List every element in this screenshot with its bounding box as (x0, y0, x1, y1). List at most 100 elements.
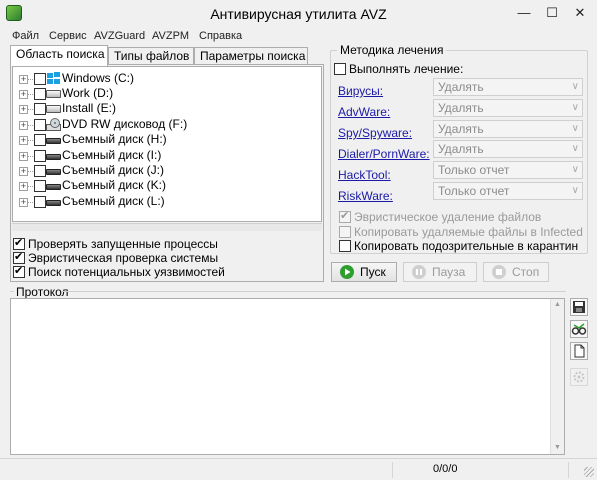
spyware-action-select[interactable]: Удалять ∨ (433, 120, 583, 138)
vulnerability-search-checkbox[interactable] (13, 264, 25, 278)
expand-icon[interactable]: + (19, 136, 28, 145)
expand-icon[interactable]: + (19, 90, 28, 99)
link-hacktool[interactable]: HackTool: (338, 168, 391, 182)
copy-deleted-checkbox[interactable] (339, 226, 351, 238)
minimize-button[interactable]: — (513, 4, 535, 22)
start-button-label: Пуск (360, 265, 386, 279)
expand-icon[interactable]: + (19, 198, 28, 207)
tree-row-drive-c[interactable]: + Windows (C:) (13, 71, 313, 86)
expand-icon[interactable]: + (19, 152, 28, 161)
removable-drive-icon (46, 184, 61, 190)
drive-checkbox[interactable] (34, 180, 46, 192)
tree-row-drive-f[interactable]: + DVD RW дисковод (F:) (13, 117, 313, 132)
copy-suspicious-checkbox[interactable] (339, 240, 351, 252)
heuristic-delete-checkbox[interactable] (339, 209, 351, 223)
link-spyware[interactable]: Spy/Spyware: (338, 126, 412, 140)
tree-row-drive-i[interactable]: + Съемный диск (I:) (13, 148, 313, 163)
chevron-down-icon: ∨ (571, 81, 579, 92)
drive-checkbox[interactable] (34, 103, 46, 115)
pause-button[interactable]: Пауза (403, 262, 477, 282)
enable-treatment-label: Выполнять лечение: (349, 62, 464, 76)
pause-button-label: Пауза (432, 265, 466, 279)
chevron-down-icon: ∨ (571, 143, 579, 154)
riskware-action-select[interactable]: Только отчет ∨ (433, 182, 583, 200)
link-viruses[interactable]: Вирусы: (338, 84, 383, 98)
window-title: Антивирусная утилита AVZ (210, 6, 387, 22)
glasses-icon (571, 323, 587, 335)
log-vertical-scrollbar[interactable]: ▲ ▼ (550, 299, 564, 454)
tree-row-drive-j[interactable]: + Съемный диск (J:) (13, 163, 313, 178)
expand-icon[interactable]: + (19, 121, 28, 130)
drive-checkbox[interactable] (34, 165, 46, 177)
removable-drive-icon (46, 154, 61, 160)
expand-icon[interactable]: + (19, 75, 28, 84)
advware-action-select[interactable]: Удалять ∨ (433, 99, 583, 117)
log-textarea[interactable]: ▲ ▼ (10, 298, 565, 455)
maximize-button[interactable]: ☐ (541, 4, 563, 22)
viruses-action-select[interactable]: Удалять ∨ (433, 78, 583, 96)
save-log-button[interactable] (570, 298, 588, 316)
drive-checkbox[interactable] (34, 88, 46, 100)
heuristic-delete-label: Эвристическое удаление файлов (354, 210, 542, 224)
copy-deleted-label: Копировать удаляемые файлы в Infected (354, 225, 583, 239)
start-button[interactable]: Пуск (331, 262, 397, 282)
drive-checkbox[interactable] (34, 196, 46, 208)
expand-icon[interactable]: + (19, 105, 28, 114)
drive-checkbox[interactable] (34, 73, 46, 85)
dvd-drive-icon (46, 118, 61, 131)
stop-button[interactable]: Стоп (483, 262, 549, 282)
drive-checkbox[interactable] (34, 119, 46, 131)
heuristic-check-label: Эвристическая проверка системы (28, 251, 219, 265)
removable-drive-icon (46, 200, 61, 206)
tree-row-drive-k[interactable]: + Съемный диск (K:) (13, 178, 313, 193)
scroll-up-icon[interactable]: ▲ (551, 299, 564, 311)
drive-checkbox[interactable] (34, 150, 46, 162)
menu-bar: Файл Сервис AVZGuard AVZPM Справка (0, 28, 597, 45)
heuristic-check-checkbox[interactable] (13, 250, 25, 264)
link-advware[interactable]: AdvWare: (338, 105, 390, 119)
tree-row-drive-h[interactable]: + Съемный диск (H:) (13, 132, 313, 147)
drive-checkbox[interactable] (34, 134, 46, 146)
treatment-group-title: Методика лечения (337, 43, 447, 57)
menu-avzguard[interactable]: AVZGuard (94, 30, 145, 42)
hacktool-action-select[interactable]: Только отчет ∨ (433, 161, 583, 179)
copy-suspicious-label: Копировать подозрительные в карантин (354, 239, 579, 253)
log-title: Протокол (16, 285, 69, 299)
tab-scan-area[interactable]: Область поиска (10, 45, 108, 66)
enable-treatment-checkbox[interactable] (334, 63, 346, 75)
close-button[interactable]: ✕ (569, 4, 591, 22)
menu-avzpm[interactable]: AVZPM (152, 30, 189, 42)
stop-button-label: Стоп (512, 265, 540, 279)
treatment-group: Методика лечения Выполнять лечение: Виру… (330, 43, 588, 254)
tab-scan-params[interactable]: Параметры поиска (194, 47, 308, 65)
tree-horizontal-scrollbar[interactable] (12, 223, 322, 231)
link-riskware[interactable]: RiskWare: (338, 189, 393, 203)
expand-icon[interactable]: + (19, 167, 28, 176)
tree-row-drive-e[interactable]: + Install (E:) (13, 101, 313, 116)
menu-file[interactable]: Файл (12, 30, 39, 42)
new-document-button[interactable] (570, 342, 588, 360)
status-bar: 0/0/0 (0, 458, 597, 480)
hard-drive-icon (46, 105, 61, 113)
dialer-action-select[interactable]: Удалять ∨ (433, 140, 583, 158)
expand-icon[interactable]: + (19, 182, 28, 191)
menu-help[interactable]: Справка (199, 30, 242, 42)
tree-row-drive-d[interactable]: + Work (D:) (13, 86, 313, 101)
resize-grip[interactable] (584, 467, 594, 477)
link-dialer-pornware[interactable]: Dialer/PornWare: (338, 147, 430, 161)
check-processes-checkbox[interactable] (13, 236, 25, 250)
glasses-button[interactable] (570, 320, 588, 338)
chevron-down-icon: ∨ (571, 185, 579, 196)
drive-label: Съемный диск (J:) (62, 163, 164, 177)
stop-icon (492, 265, 506, 279)
removable-drive-icon (46, 138, 61, 144)
tree-row-drive-l[interactable]: + Съемный диск (L:) (13, 194, 313, 209)
menu-service[interactable]: Сервис (49, 30, 87, 42)
tab-file-types[interactable]: Типы файлов (108, 47, 194, 65)
gear-button[interactable] (570, 368, 588, 386)
scroll-down-icon[interactable]: ▼ (551, 442, 564, 454)
log-divider (62, 291, 566, 292)
chevron-down-icon: ∨ (571, 164, 579, 175)
drive-tree[interactable]: + Windows (C:) + Work (D:) + Install (E:… (12, 66, 322, 222)
scan-area-panel: + Windows (C:) + Work (D:) + Install (E:… (10, 64, 324, 282)
